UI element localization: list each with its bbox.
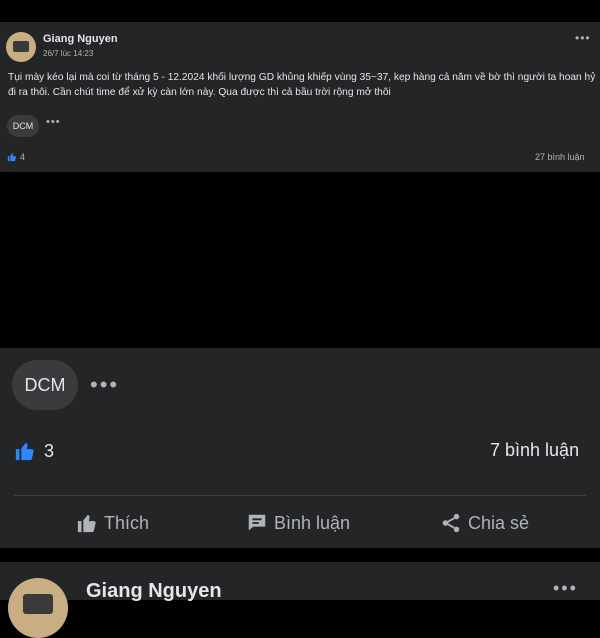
comment-button-label: Bình luận	[274, 512, 351, 533]
thumbs-up-icon	[76, 512, 98, 534]
post-timestamp[interactable]: 26/7 lúc 14:23	[43, 49, 93, 58]
reaction-chip[interactable]: DCM	[7, 115, 39, 137]
author-name[interactable]: Giang Nguyen	[43, 33, 118, 45]
like-count-value: 4	[20, 152, 26, 162]
avatar[interactable]	[8, 578, 68, 638]
feed-gap	[0, 548, 600, 562]
thumbs-up-icon	[14, 440, 36, 462]
reaction-chip[interactable]: DCM	[12, 360, 78, 410]
reaction-more-icon[interactable]: •••	[90, 372, 119, 398]
more-options-icon[interactable]: •••	[575, 31, 591, 45]
comment-count[interactable]: 27 bình luận	[535, 152, 585, 162]
post-text: Tụi mày kéo lại mà coi từ tháng 5 - 12.2…	[8, 72, 596, 98]
share-button[interactable]: Chia sẻ	[440, 512, 529, 534]
like-count[interactable]: 3	[14, 440, 54, 462]
divider	[14, 495, 586, 496]
like-count-value: 3	[44, 440, 55, 461]
more-options-icon[interactable]: •••	[553, 578, 578, 599]
share-button-label: Chia sẻ	[468, 512, 530, 533]
avatar[interactable]	[6, 32, 36, 62]
like-button[interactable]: Thích	[76, 512, 149, 534]
thumbs-up-icon	[7, 152, 17, 162]
share-icon	[440, 512, 462, 534]
comment-count[interactable]: 7 bình luận	[490, 440, 579, 461]
like-button-label: Thích	[104, 512, 150, 533]
comment-icon	[246, 512, 268, 534]
media-area	[0, 172, 600, 348]
like-count[interactable]: 4	[7, 152, 25, 162]
comment-button[interactable]: Bình luận	[246, 512, 350, 534]
reaction-more-icon[interactable]: •••	[46, 116, 61, 128]
